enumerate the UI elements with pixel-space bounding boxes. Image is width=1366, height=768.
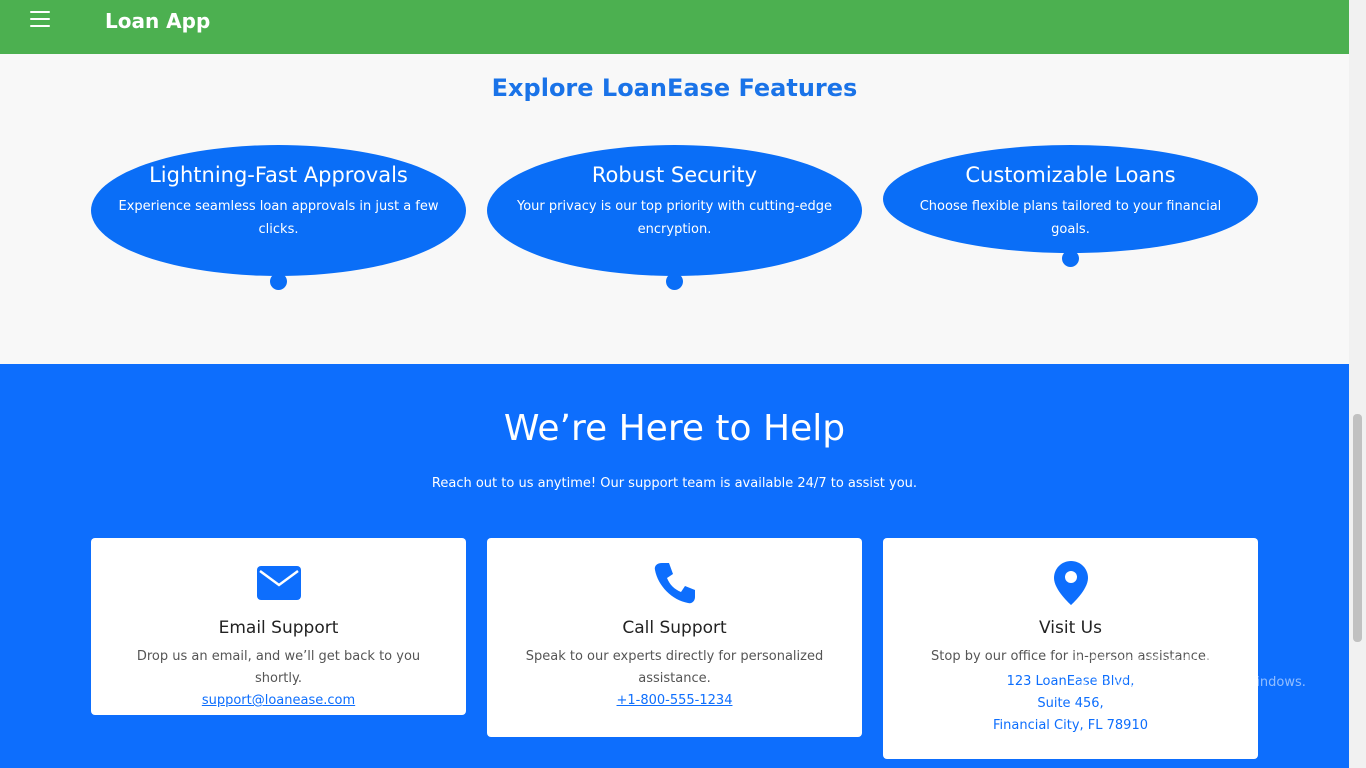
scrollbar-thumb[interactable] [1353,414,1362,642]
help-title: We’re Here to Help [503,408,846,449]
card-title: Email Support [218,618,339,638]
features-section: Explore LoanEase Features Lightning-Fast… [0,54,1349,364]
vertical-scrollbar[interactable] [1349,0,1366,768]
call-support-card: Call Support Speak to our experts direct… [487,538,862,737]
help-subtitle: Reach out to us anytime! Our support tea… [431,476,918,491]
hamburger-icon[interactable] [30,11,50,27]
feature-text: Experience seamless loan approvals in ju… [118,199,439,237]
brand-title[interactable]: Loan App [105,9,210,33]
top-navbar: Loan App [0,0,1349,54]
feature-bubble-security: Robust Security Your privacy is our top … [487,145,862,290]
feature-bubble-loans: Customizable Loans Choose flexible plans… [883,145,1258,267]
card-title: Visit Us [1039,618,1102,638]
help-section: We’re Here to Help Reach out to us anyti… [0,364,1349,768]
bubble-dot [666,273,683,290]
card-title: Call Support [622,618,727,638]
feature-text: Your privacy is our top priority with cu… [517,199,832,237]
windows-activation-watermark: Activate Windows Go to Settings to activ… [1073,652,1306,690]
envelope-icon [91,560,466,606]
card-text: Drop us an email, and we’ll get back to … [136,649,421,686]
address-line: Financial City, FL 78910 [992,718,1148,733]
map-pin-icon [883,560,1258,606]
feature-text: Choose flexible plans tailored to your f… [919,199,1222,237]
feature-title: Customizable Loans [965,163,1176,187]
visit-us-card: Visit Us Stop by our office for in-perso… [883,538,1258,759]
phone-icon [487,560,862,606]
bubble-dot [1062,250,1079,267]
feature-title: Robust Security [591,163,758,187]
features-title: Explore LoanEase Features [491,74,858,102]
bubble-dot [270,273,287,290]
feature-bubble-approvals: Lightning-Fast Approvals Experience seam… [91,145,466,290]
address-line: Suite 456, [1037,696,1104,711]
watermark-line: Go to Settings to activate Windows. [1073,675,1306,690]
feature-title: Lightning-Fast Approvals [149,163,408,187]
watermark-line: Activate Windows [1073,652,1224,672]
email-support-card: Email Support Drop us an email, and we’l… [91,538,466,715]
phone-link[interactable]: +1-800-555-1234 [487,693,862,708]
card-text: Speak to our experts directly for person… [525,649,824,686]
email-link[interactable]: support@loanease.com [91,693,466,708]
